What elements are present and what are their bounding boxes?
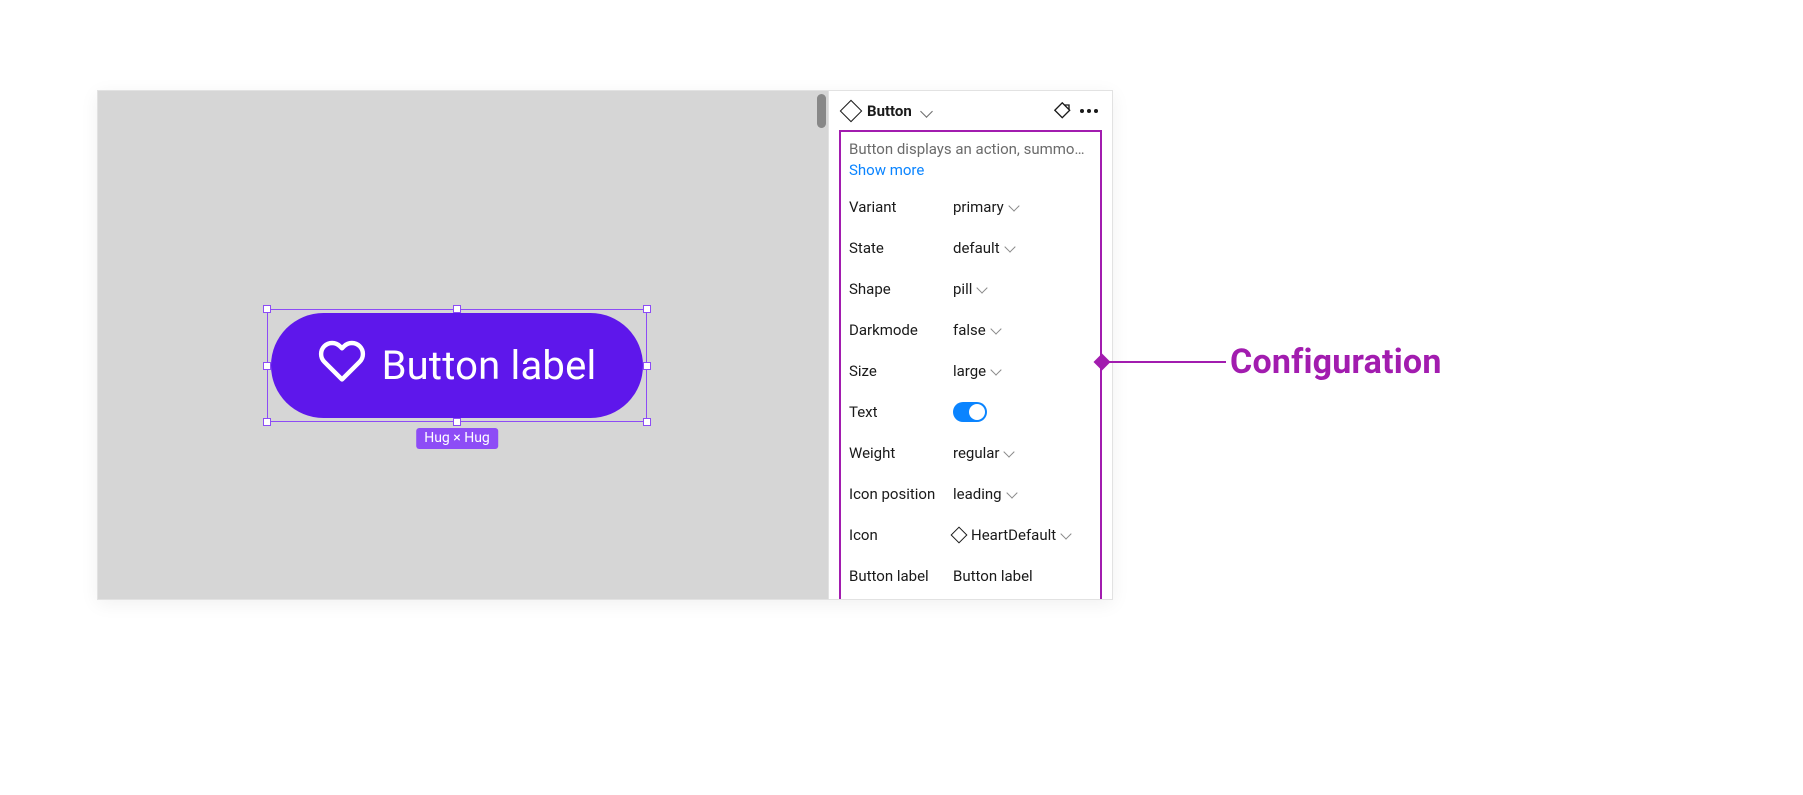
component-icon (840, 100, 863, 123)
heart-icon (318, 337, 366, 395)
chevron-down-icon (1004, 446, 1015, 457)
property-label: Text (849, 403, 953, 421)
selection-size-badge: Hug × Hug (416, 428, 498, 449)
component-name[interactable]: Button (867, 102, 912, 120)
selection-handle-ne[interactable] (643, 305, 651, 313)
property-value-text: leading (953, 485, 1002, 503)
chevron-down-icon (990, 323, 1001, 334)
selection-handle-s[interactable] (453, 418, 461, 426)
canvas-scrollbar-thumb[interactable] (817, 94, 826, 128)
annotation-label: Configuration (1230, 342, 1442, 382)
selection-handle-e[interactable] (643, 362, 651, 370)
property-row-variant: Variant primary (849, 188, 1092, 226)
property-value-select[interactable]: leading (953, 485, 1092, 503)
button-preview[interactable]: Button label (271, 313, 643, 418)
inspector-header: Button (829, 91, 1112, 130)
property-value-text: default (953, 239, 1000, 257)
property-value-toggle-wrap (953, 402, 1092, 422)
property-value-select[interactable]: large (953, 362, 1092, 380)
canvas-scrollbar-track (814, 91, 828, 599)
property-value-select[interactable]: primary (953, 198, 1092, 216)
chevron-down-icon (990, 364, 1001, 375)
property-label: Size (849, 362, 953, 380)
property-label: Shape (849, 280, 953, 298)
property-row-icon-position: Icon position leading (849, 475, 1092, 513)
property-value-text: pill (953, 280, 972, 298)
property-value-text: regular (953, 444, 999, 462)
selection-handle-se[interactable] (643, 418, 651, 426)
property-label: Button label (849, 567, 953, 585)
property-value-text: large (953, 362, 986, 380)
selection-handle-sw[interactable] (263, 418, 271, 426)
property-label: Icon (849, 526, 953, 544)
property-value-select[interactable]: regular (953, 444, 1092, 462)
property-value-select[interactable]: pill (953, 280, 1092, 298)
property-row-size: Size large (849, 352, 1092, 390)
chevron-down-icon (977, 282, 988, 293)
button-preview-label: Button label (382, 342, 597, 389)
property-row-darkmode: Darkmode false (849, 311, 1092, 349)
chevron-down-icon (1008, 200, 1019, 211)
design-canvas[interactable]: Button label Hug × Hug (98, 91, 828, 599)
property-label: Icon position (849, 485, 953, 503)
chevron-down-icon (1061, 528, 1072, 539)
configuration-panel: Button displays an action, summons ... S… (839, 130, 1102, 599)
selection-handle-n[interactable] (453, 305, 461, 313)
property-row-shape: Shape pill (849, 270, 1092, 308)
property-row-text: Text (849, 393, 1092, 431)
property-label: Weight (849, 444, 953, 462)
property-value-text: HeartDefault (971, 526, 1056, 544)
dots-icon (1080, 109, 1098, 113)
component-description: Button displays an action, summons ... (849, 140, 1092, 158)
annotation-leader-line (1102, 361, 1226, 363)
selection-handle-nw[interactable] (263, 305, 271, 313)
detach-instance-icon[interactable] (1054, 102, 1072, 120)
property-value-select[interactable]: default (953, 239, 1092, 257)
property-row-icon: Icon HeartDefault (849, 516, 1092, 554)
property-toggle[interactable] (953, 402, 987, 422)
property-value-select[interactable]: false (953, 321, 1092, 339)
editor-window: Button label Hug × Hug Button Button dis… (97, 90, 1113, 600)
property-row-weight: Weight regular (849, 434, 1092, 472)
component-instance-icon (951, 527, 968, 544)
more-options-button[interactable] (1080, 102, 1098, 120)
property-value-text: Button label (953, 567, 1033, 585)
property-value-instance[interactable]: HeartDefault (953, 526, 1092, 544)
property-value-text: false (953, 321, 986, 339)
selection-bounds[interactable]: Button label Hug × Hug (267, 309, 647, 422)
property-label: Darkmode (849, 321, 953, 339)
chevron-down-icon[interactable] (920, 105, 933, 118)
property-value-textfield[interactable]: Button label (953, 567, 1092, 585)
show-more-link[interactable]: Show more (849, 161, 1092, 179)
property-row-button-label: Button label Button label (849, 557, 1092, 595)
chevron-down-icon (1004, 241, 1015, 252)
chevron-down-icon (1006, 487, 1017, 498)
selection-handle-w[interactable] (263, 362, 271, 370)
property-label: State (849, 239, 953, 257)
property-label: Variant (849, 198, 953, 216)
inspector-panel: Button Button displays an action, summon… (828, 91, 1112, 599)
property-row-state: State default (849, 229, 1092, 267)
property-value-text: primary (953, 198, 1004, 216)
